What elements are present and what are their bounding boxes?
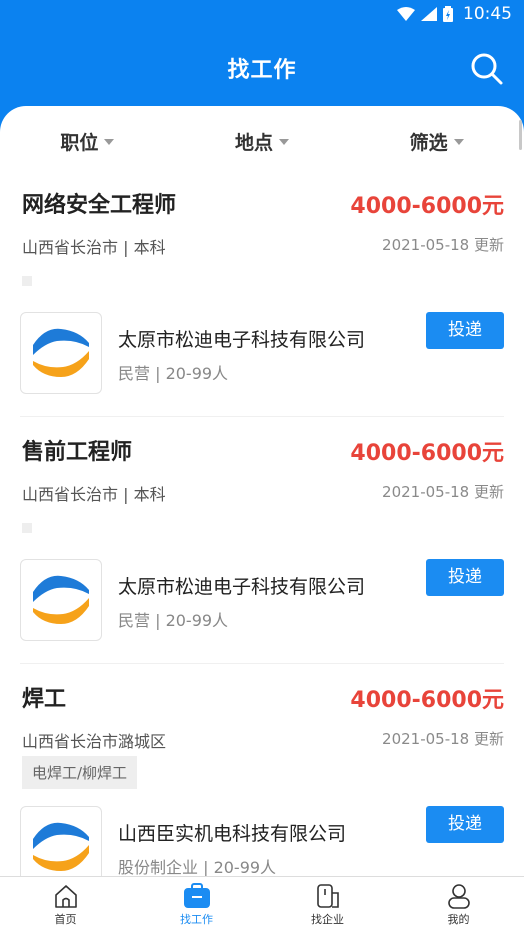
caret-down-icon bbox=[104, 139, 115, 145]
job-list: 网络安全工程师 4000-6000元 山西省长治市 | 本科 2021-05-1… bbox=[0, 170, 524, 876]
battery-icon bbox=[443, 6, 453, 22]
job-card[interactable]: 售前工程师 4000-6000元 山西省长治市 | 本科 2021-05-18 … bbox=[20, 417, 504, 664]
company-name: 太原市松迪电子科技有限公司 bbox=[118, 329, 366, 351]
company-name: 太原市松迪电子科技有限公司 bbox=[118, 576, 366, 598]
search-icon bbox=[471, 53, 503, 85]
building-icon bbox=[316, 884, 339, 908]
tab-label: 首页 bbox=[54, 913, 77, 926]
tab-label: 我的 bbox=[447, 913, 470, 926]
home-icon bbox=[54, 885, 77, 908]
company-meta: 民营 | 20-99人 bbox=[118, 364, 229, 383]
company-row[interactable]: 山西臣实机电科技有限公司 股份制企业 | 20-99人 投递 bbox=[20, 806, 504, 876]
briefcase-icon bbox=[183, 883, 210, 908]
status-bar: 10:45 bbox=[0, 0, 524, 28]
job-tags bbox=[22, 521, 32, 533]
company-meta: 股份制企业 | 20-99人 bbox=[118, 858, 277, 876]
tab-label: 找企业 bbox=[311, 913, 344, 926]
caret-down-icon bbox=[279, 139, 290, 145]
company-meta: 民营 | 20-99人 bbox=[118, 611, 229, 630]
job-tags: 电焊工/柳焊工 bbox=[22, 756, 138, 789]
signal-icon bbox=[421, 7, 437, 21]
filter-label: 地点 bbox=[235, 131, 274, 154]
filter-more[interactable]: 筛选 bbox=[349, 118, 524, 164]
job-location: 山西省长治市 | 本科 bbox=[22, 485, 166, 504]
job-location: 山西省长治市 | 本科 bbox=[22, 238, 166, 257]
filter-location[interactable]: 地点 bbox=[175, 118, 350, 164]
job-card[interactable]: 焊工 4000-6000元 山西省长治市潞城区 2021-05-18 更新 电焊… bbox=[20, 664, 504, 876]
job-updated: 2021-05-18 更新 bbox=[382, 730, 504, 748]
page-title: 找工作 bbox=[227, 58, 297, 83]
status-time: 10:45 bbox=[463, 4, 512, 24]
tab-find-job[interactable]: 找工作 bbox=[131, 877, 262, 933]
job-updated: 2021-05-18 更新 bbox=[382, 236, 504, 254]
company-logo bbox=[20, 559, 102, 641]
tab-home[interactable]: 首页 bbox=[0, 877, 131, 933]
company-logo-icon bbox=[33, 575, 89, 624]
job-title: 售前工程师 bbox=[22, 440, 133, 465]
company-name: 山西臣实机电科技有限公司 bbox=[118, 823, 347, 845]
job-updated: 2021-05-18 更新 bbox=[382, 483, 504, 501]
job-tags bbox=[22, 274, 32, 286]
filter-position[interactable]: 职位 bbox=[0, 118, 175, 164]
job-title: 网络安全工程师 bbox=[22, 193, 177, 218]
job-location: 山西省长治市潞城区 bbox=[22, 732, 167, 751]
job-title: 焊工 bbox=[22, 687, 67, 712]
company-logo-icon bbox=[33, 822, 89, 871]
company-logo bbox=[20, 312, 102, 394]
company-row[interactable]: 太原市松迪电子科技有限公司 民营 | 20-99人 投递 bbox=[20, 312, 504, 396]
filter-label: 筛选 bbox=[409, 131, 448, 154]
apply-button[interactable]: 投递 bbox=[426, 559, 504, 596]
search-button[interactable] bbox=[470, 52, 504, 86]
filter-bar: 职位 地点 筛选 bbox=[0, 118, 524, 164]
company-logo-icon bbox=[33, 328, 89, 377]
empty-tag bbox=[22, 523, 32, 533]
wifi-icon bbox=[397, 7, 415, 21]
company-logo bbox=[20, 806, 102, 876]
apply-button[interactable]: 投递 bbox=[426, 806, 504, 843]
tab-mine[interactable]: 我的 bbox=[393, 877, 524, 933]
job-salary: 4000-6000元 bbox=[350, 441, 504, 466]
user-icon bbox=[447, 884, 470, 909]
tab-label: 找工作 bbox=[180, 913, 213, 926]
job-card[interactable]: 网络安全工程师 4000-6000元 山西省长治市 | 本科 2021-05-1… bbox=[20, 170, 504, 417]
tab-find-company[interactable]: 找企业 bbox=[262, 877, 393, 933]
filter-label: 职位 bbox=[60, 131, 99, 154]
bottom-tab-bar: 首页 找工作 找企业 我的 bbox=[0, 876, 524, 933]
job-salary: 4000-6000元 bbox=[350, 688, 504, 713]
company-row[interactable]: 太原市松迪电子科技有限公司 民营 | 20-99人 投递 bbox=[20, 559, 504, 643]
caret-down-icon bbox=[453, 139, 464, 145]
job-tag: 电焊工/柳焊工 bbox=[22, 756, 138, 789]
apply-button[interactable]: 投递 bbox=[426, 312, 504, 349]
job-salary: 4000-6000元 bbox=[350, 194, 504, 219]
empty-tag bbox=[22, 276, 32, 286]
